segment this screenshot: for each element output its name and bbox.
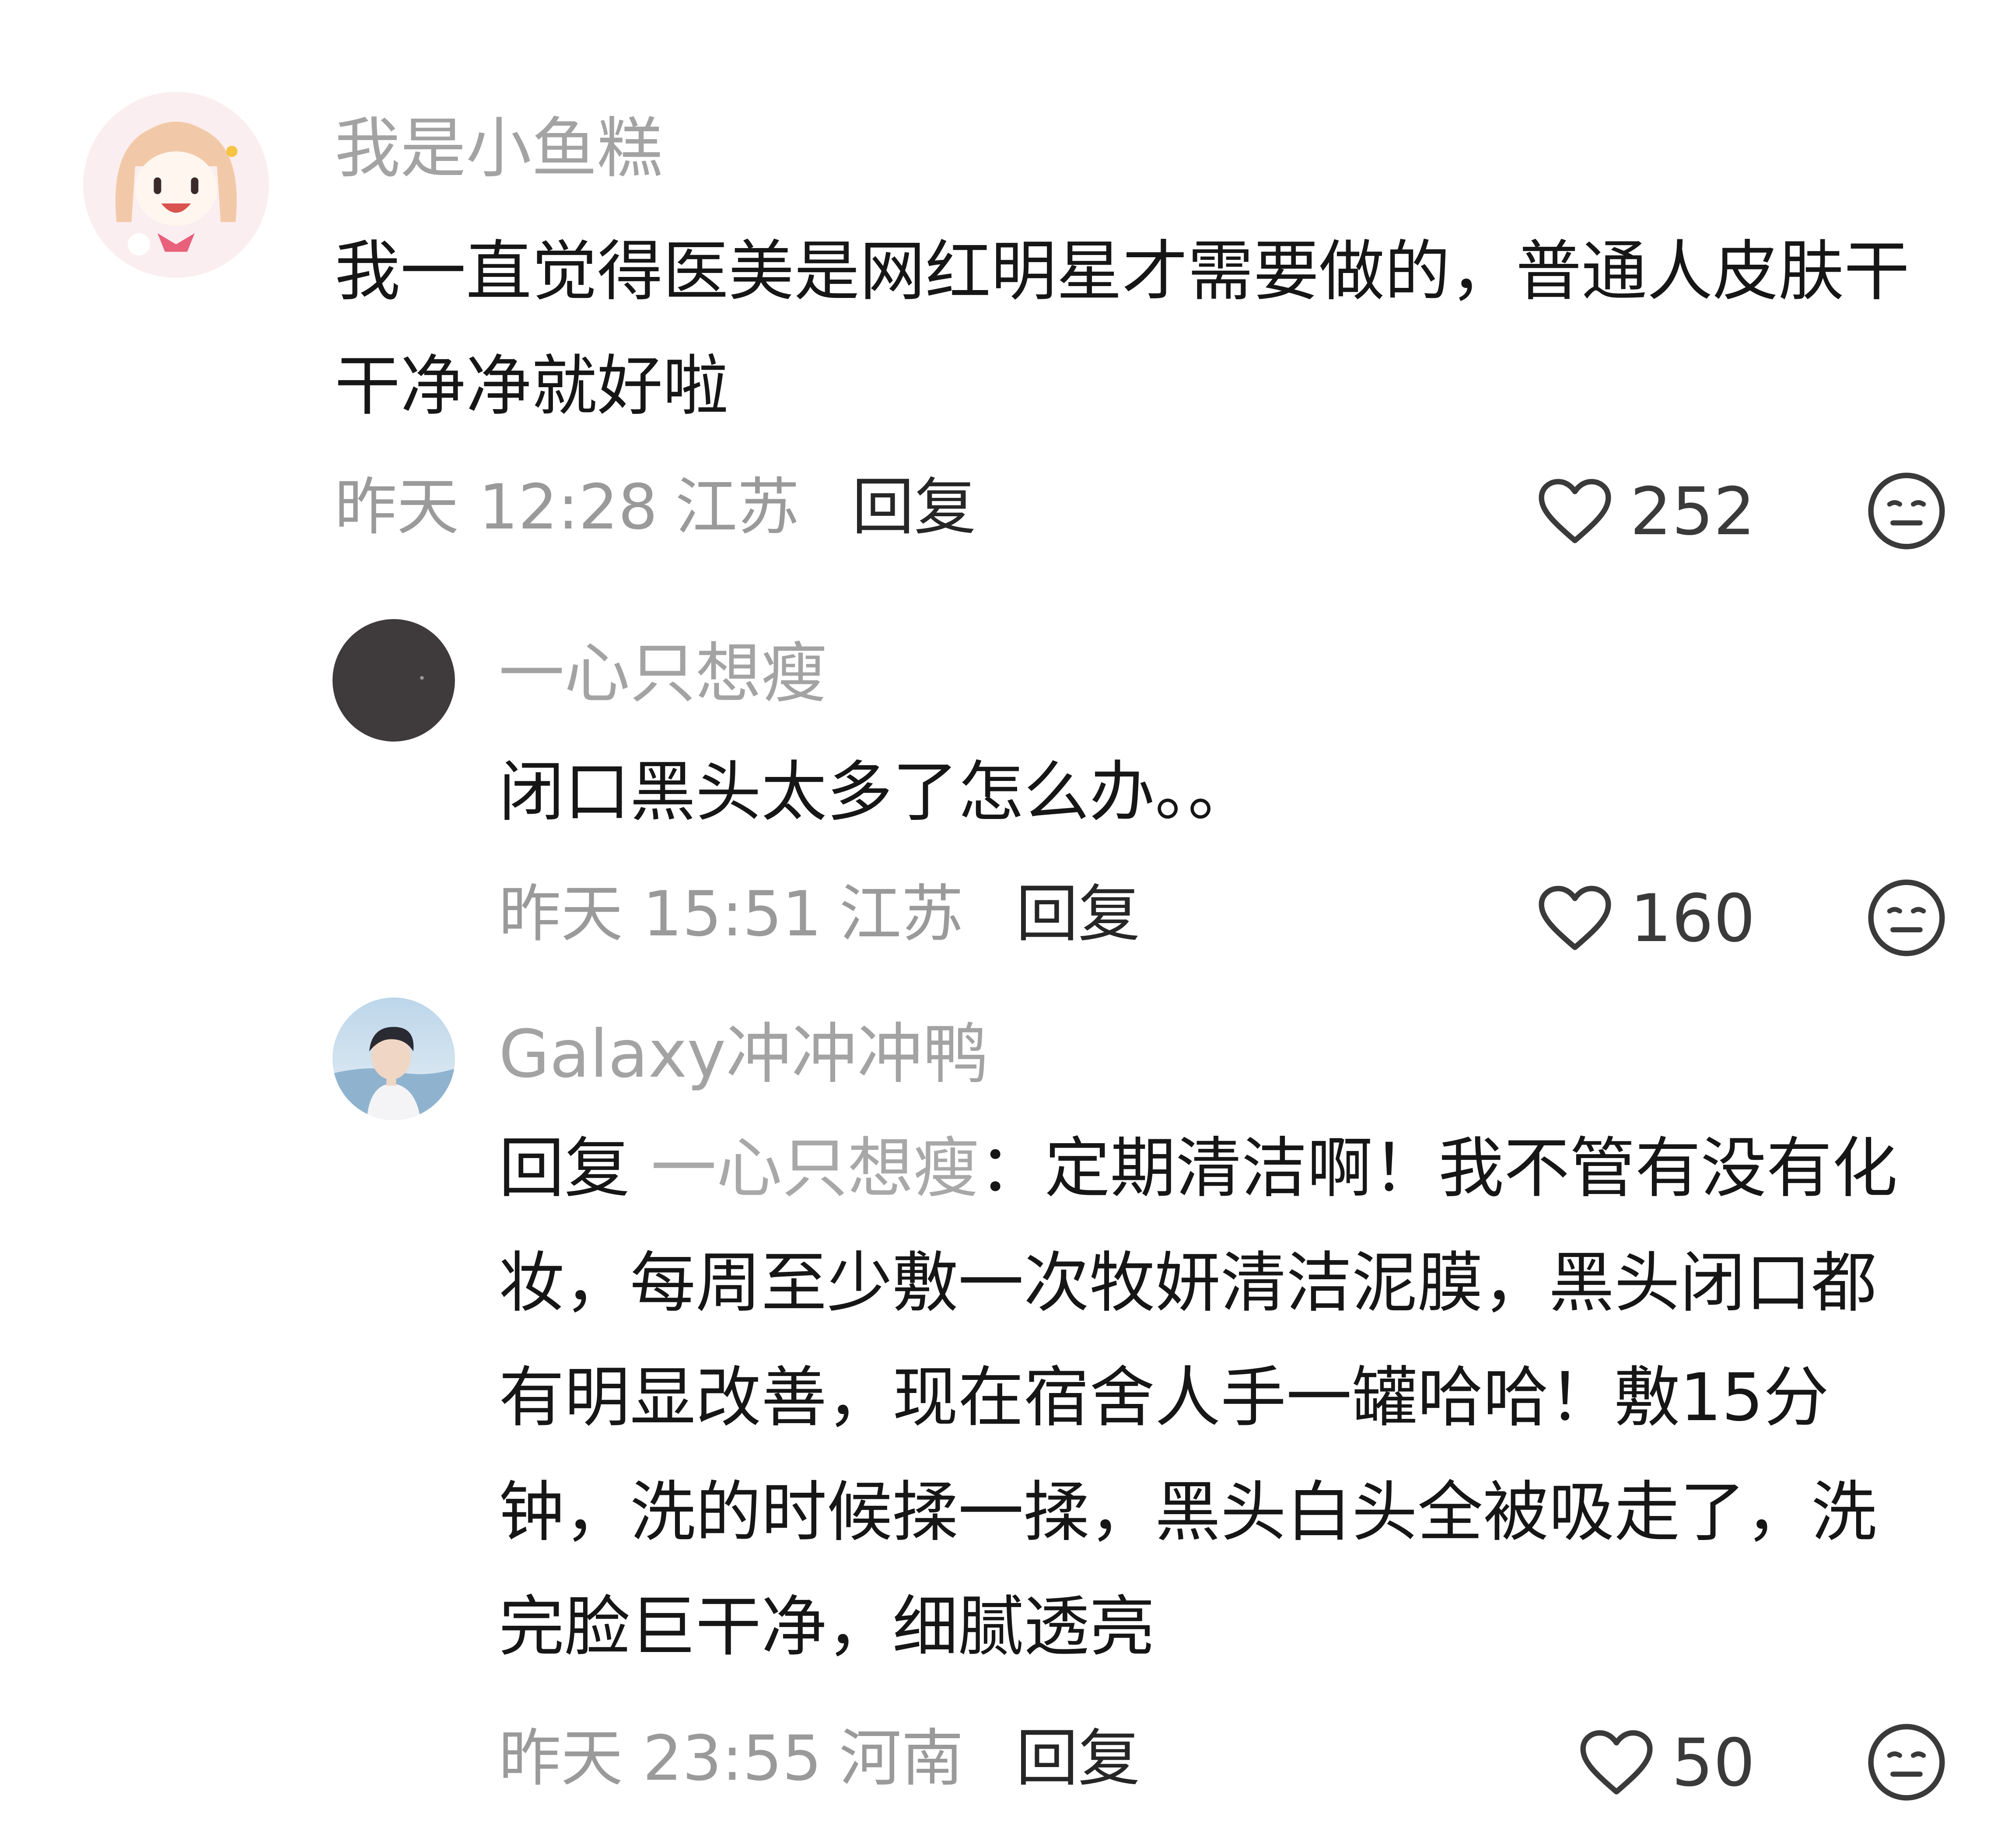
heart-outline-icon: [1580, 1730, 1653, 1795]
comment-location: 江苏: [839, 878, 964, 950]
comment-location: 河南: [839, 1722, 964, 1795]
like-count: 252: [1630, 474, 1756, 550]
reply-content: ：定期清洁啊！我不管有没有化妆，每周至少敷一次牧妍清洁泥膜，黑头闭口都有明显改善…: [499, 1130, 1898, 1665]
dislike-button[interactable]: [1866, 1722, 1947, 1803]
avatar[interactable]: [332, 998, 455, 1120]
avatar[interactable]: [332, 619, 455, 742]
comment-time: 昨天 23:55: [499, 1722, 822, 1795]
boy-photo-avatar-icon: [332, 998, 455, 1120]
like-count: 160: [1630, 881, 1756, 957]
comment-meta: 昨天 12:28 江苏 回复: [335, 475, 976, 540]
username[interactable]: 一心只想瘦: [499, 641, 827, 707]
avatar[interactable]: [83, 92, 269, 278]
anime-girl-avatar-icon: [83, 92, 269, 278]
comment-text: 回复 一心只想瘦：定期清洁啊！我不管有没有化妆，每周至少敷一次牧妍清洁泥膜，黑头…: [499, 1111, 1912, 1684]
comment-meta: 昨天 23:55 河南 回复: [499, 1726, 1140, 1792]
meh-face-icon: [1868, 472, 1945, 550]
meh-face-icon: [1868, 879, 1945, 956]
reply-button[interactable]: 回复: [1016, 878, 1140, 950]
username[interactable]: Galaxy冲冲冲鸭: [499, 1022, 988, 1087]
comment-text: 我一直觉得医美是网红明星才需要做的，普通人皮肤干干净净就好啦: [335, 234, 1910, 424]
dislike-button[interactable]: [1866, 470, 1947, 552]
heart-outline-icon: [1539, 479, 1611, 543]
like-button[interactable]: 160: [1536, 879, 1755, 958]
like-count: 50: [1672, 1725, 1755, 1801]
reply-button[interactable]: 回复: [852, 471, 976, 543]
like-button[interactable]: 252: [1536, 472, 1755, 551]
reply-prefix: 回复: [499, 1130, 630, 1207]
dislike-button[interactable]: [1866, 877, 1947, 959]
comment-time: 昨天 15:51: [499, 878, 822, 950]
comment-location: 江苏: [675, 471, 800, 543]
heart-outline-icon: [1539, 886, 1611, 950]
like-button[interactable]: 50: [1577, 1724, 1755, 1802]
comment-text: 闭口黑头太多了怎么办。。: [499, 754, 1254, 830]
reply-button[interactable]: 回复: [1016, 1722, 1140, 1795]
username[interactable]: 我是小鱼糕: [335, 116, 663, 182]
comment-meta: 昨天 15:51 江苏 回复: [499, 882, 1140, 947]
comment-time: 昨天 12:28: [335, 471, 658, 543]
meh-face-icon: [1868, 1724, 1945, 1801]
dark-circle-avatar-icon: [332, 619, 455, 742]
reply-target-username[interactable]: 一心只想瘦: [651, 1130, 979, 1207]
